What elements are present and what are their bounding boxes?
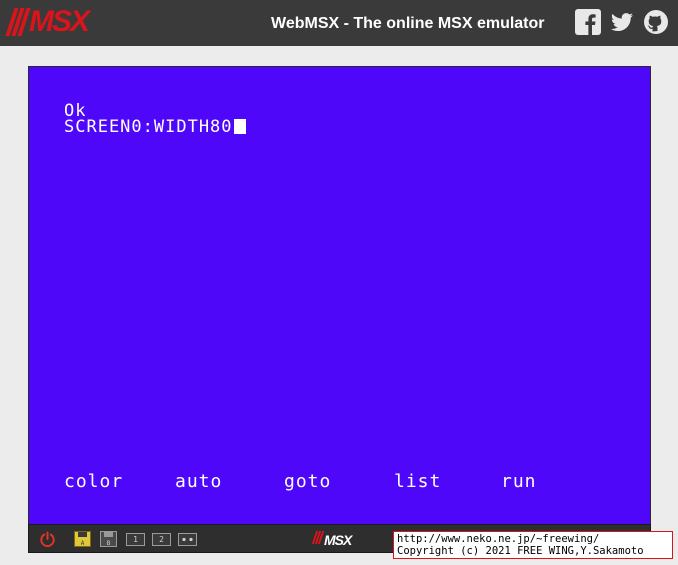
function-key-goto: goto	[284, 471, 332, 492]
floppy-a-label: A	[81, 540, 85, 547]
page-title: WebMSX - The online MSX emulator	[271, 15, 545, 32]
msx-screen[interactable]: Ok SCREEN0:WIDTH80 color auto goto list …	[28, 66, 651, 525]
function-key-color: color	[64, 471, 124, 492]
function-key-auto: auto	[175, 471, 223, 492]
bottom-msx-logo[interactable]: MSX	[311, 531, 352, 549]
text-cursor	[233, 119, 246, 134]
power-icon[interactable]	[39, 531, 56, 553]
tape-icon[interactable]	[178, 533, 197, 551]
floppy-b-icon[interactable]: B	[100, 531, 117, 552]
logo-text: MSX	[29, 5, 90, 38]
facebook-icon[interactable]	[575, 9, 601, 40]
logo-stripes	[5, 8, 31, 36]
screen-line-command: SCREEN0:WIDTH80	[64, 117, 246, 137]
cartridge-slot-2[interactable]: 2	[152, 533, 171, 546]
function-key-list: list	[394, 471, 442, 492]
floppy-a-icon[interactable]: A	[74, 531, 91, 552]
floppy-b-label: B	[107, 540, 111, 547]
watermark-url: http://www.neko.ne.jp/~freewing/	[397, 533, 600, 545]
webmsx-logo[interactable]: MSX	[5, 5, 90, 38]
copyright-watermark: http://www.neko.ne.jp/~freewing/Copyrigh…	[393, 531, 673, 559]
top-bar: MSX WebMSX - The online MSX emulator	[0, 0, 678, 46]
twitter-icon[interactable]	[609, 9, 635, 40]
bottom-logo-text: MSX	[324, 532, 352, 548]
watermark-copyright: Copyright (c) 2021 FREE WING,Y.Sakamoto	[397, 545, 644, 557]
cartridge-slot-1[interactable]: 1	[126, 533, 145, 546]
function-key-run: run	[501, 471, 537, 492]
bottom-logo-stripes	[311, 531, 325, 549]
command-text: SCREEN0:WIDTH80	[64, 117, 233, 137]
github-icon[interactable]	[643, 9, 669, 40]
